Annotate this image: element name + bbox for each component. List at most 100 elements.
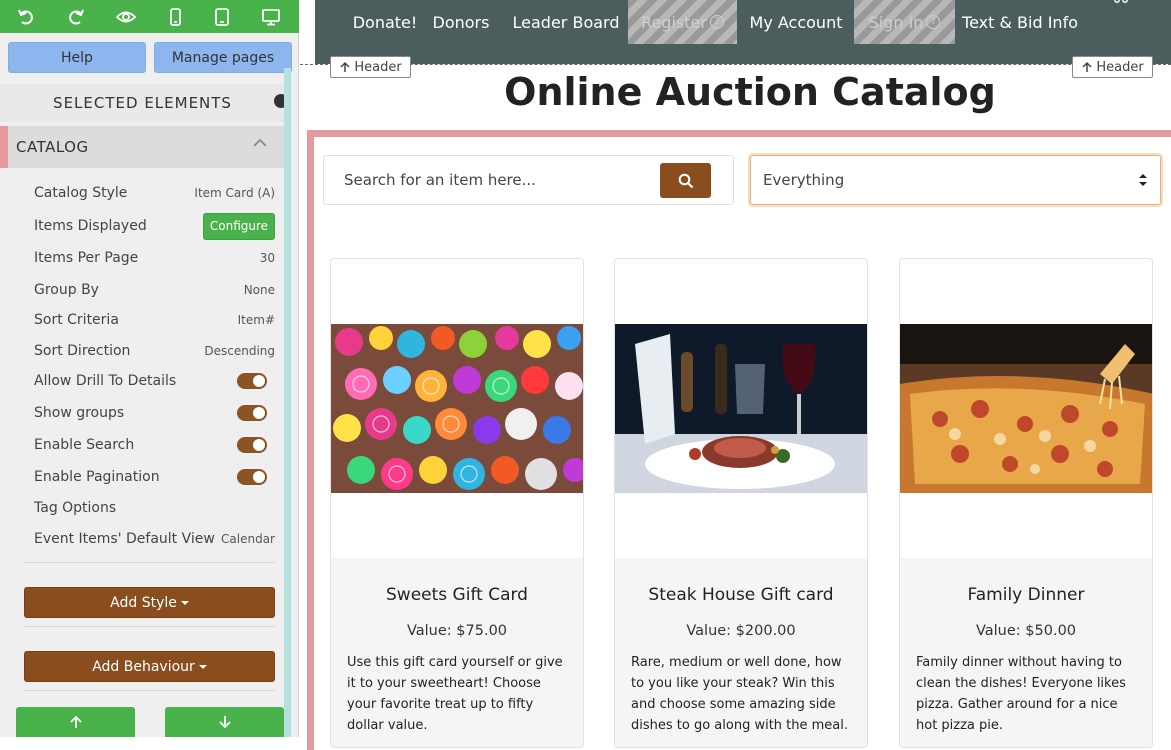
- prop-label: Enable Search: [34, 437, 135, 453]
- prop-value: None: [243, 283, 275, 297]
- redo-icon[interactable]: [56, 0, 96, 33]
- desktop-icon[interactable]: [251, 0, 291, 33]
- prop-allow-drill: Allow Drill To Details: [34, 369, 275, 393]
- help-circle-icon: ?: [926, 15, 941, 29]
- item-value: Value: $50.00: [975, 623, 1077, 639]
- prop-label: Tag Options: [34, 500, 117, 516]
- item-card-body: Steak House Gift card Value: $200.00 Rar…: [615, 558, 867, 747]
- add-style-label: Add Style: [110, 594, 177, 611]
- prop-catalog-style[interactable]: Catalog Style Item Card (A): [34, 181, 275, 205]
- category-select[interactable]: Everything: [750, 155, 1161, 205]
- item-value: Value: $75.00: [406, 623, 508, 639]
- prop-value: Descending: [204, 344, 275, 358]
- item-image-pizza[interactable]: [900, 324, 1152, 493]
- prop-event-default-view[interactable]: Event Items' Default View Calendar: [34, 527, 275, 551]
- allow-drill-toggle[interactable]: [237, 373, 267, 389]
- nav-my-account[interactable]: My Account: [743, 0, 849, 44]
- panel-scrollbar[interactable]: [284, 68, 291, 737]
- help-circle-icon: ?: [709, 15, 724, 29]
- item-description: Use this gift card yourself or give it t…: [347, 655, 563, 733]
- item-card[interactable]: Steak House Gift card Value: $200.00 Rar…: [614, 258, 868, 748]
- nav-register-label: Register: [641, 12, 707, 32]
- item-card[interactable]: Family Dinner Value: $50.00 Family dinne…: [899, 258, 1153, 748]
- enable-pagination-toggle[interactable]: [237, 469, 267, 485]
- prop-show-groups: Show groups: [34, 401, 275, 425]
- add-behaviour-button[interactable]: Add Behaviour: [24, 651, 275, 682]
- arrow-up-icon: [69, 715, 82, 728]
- search-box: Search for an item here...: [323, 155, 734, 205]
- prop-value: Item#: [237, 313, 275, 327]
- item-title[interactable]: Sweets Gift Card: [331, 585, 583, 605]
- prop-label: Items Displayed: [34, 218, 147, 234]
- divider: [24, 626, 275, 627]
- prop-label: Catalog Style: [34, 185, 128, 201]
- prop-items-displayed: Items Displayed Configure: [34, 212, 275, 240]
- prop-label: Show groups: [34, 405, 125, 421]
- item-card[interactable]: Sweets Gift Card Value: $75.00 Use this …: [330, 258, 584, 748]
- cart-icon[interactable]: [1110, 0, 1132, 6]
- show-groups-toggle[interactable]: [237, 405, 267, 421]
- configure-button[interactable]: Configure: [203, 212, 275, 240]
- manage-pages-button[interactable]: Manage pages: [154, 42, 292, 73]
- arrow-down-icon: [218, 716, 231, 729]
- prop-tag-options[interactable]: Tag Options: [34, 496, 275, 520]
- item-description: Rare, medium or well done, how to you li…: [631, 655, 849, 733]
- search-icon: [678, 173, 693, 188]
- divider: [24, 690, 275, 691]
- search-input[interactable]: Search for an item here...: [344, 171, 536, 189]
- prop-label: Sort Direction: [34, 343, 131, 359]
- eye-icon[interactable]: [106, 0, 146, 33]
- prop-group-by[interactable]: Group By None: [34, 278, 275, 302]
- prop-label: Event Items' Default View: [34, 531, 215, 547]
- prop-value: 30: [259, 251, 275, 265]
- prop-label: Allow Drill To Details: [34, 373, 177, 389]
- divider: [24, 562, 275, 563]
- add-style-button[interactable]: Add Style: [24, 587, 275, 618]
- chevron-up-icon[interactable]: [251, 134, 269, 152]
- nav-sign-in[interactable]: Sign In?: [854, 0, 955, 44]
- prop-label: Enable Pagination: [34, 469, 160, 485]
- add-behaviour-label: Add Behaviour: [92, 658, 195, 675]
- selected-elements-heading: SELECTED ELEMENTS: [0, 84, 285, 122]
- prop-value: Calendar: [221, 532, 275, 546]
- caret-down-icon: [180, 600, 189, 605]
- phone-icon[interactable]: [155, 0, 195, 33]
- prop-label: Group By: [34, 282, 99, 298]
- nav-donors[interactable]: Donors: [425, 0, 497, 44]
- prop-enable-search: Enable Search: [34, 433, 275, 457]
- item-card-body: Sweets Gift Card Value: $75.00 Use this …: [331, 558, 583, 747]
- nav-register[interactable]: Register?: [628, 0, 737, 44]
- prop-enable-pagination: Enable Pagination: [34, 465, 275, 489]
- search-button[interactable]: [660, 163, 711, 198]
- move-down-button[interactable]: [165, 707, 284, 737]
- item-title[interactable]: Family Dinner: [900, 585, 1152, 605]
- nav-donate[interactable]: Donate!: [333, 0, 437, 44]
- header-boundary: [300, 64, 1171, 65]
- item-image-candy[interactable]: [331, 324, 583, 493]
- category-select-value: Everything: [763, 171, 845, 189]
- catalog-section-title: CATALOG: [16, 138, 89, 156]
- item-value: Value: $200.00: [686, 623, 796, 639]
- nav-sign-in-label: Sign In: [868, 12, 924, 32]
- site-nav: Donate! Donors Leader Board Register? My…: [315, 0, 1171, 64]
- item-image-steak[interactable]: [615, 324, 867, 493]
- prop-items-per-page[interactable]: Items Per Page 30: [34, 246, 275, 270]
- item-description: Family dinner without having to clean th…: [916, 655, 1126, 733]
- catalog-section-header[interactable]: CATALOG: [0, 126, 285, 168]
- enable-search-toggle[interactable]: [237, 437, 267, 453]
- prop-sort-direction[interactable]: Sort Direction Descending: [34, 339, 275, 363]
- editor-panel: Help Manage pages SELECTED ELEMENTS CATA…: [0, 0, 299, 737]
- undo-icon[interactable]: [6, 0, 46, 33]
- select-arrows-icon: [1139, 174, 1147, 186]
- nav-leader-board[interactable]: Leader Board: [507, 0, 625, 44]
- caret-down-icon: [198, 664, 207, 669]
- help-button[interactable]: Help: [8, 42, 146, 73]
- prop-sort-criteria[interactable]: Sort Criteria Item#: [34, 308, 275, 332]
- item-title[interactable]: Steak House Gift card: [615, 585, 867, 605]
- nav-text-bid-info[interactable]: Text & Bid Info: [962, 0, 1078, 44]
- editor-toolbar: [0, 0, 299, 33]
- move-up-button[interactable]: [16, 707, 135, 737]
- prop-label: Sort Criteria: [34, 312, 119, 328]
- page-title: Online Auction Catalog: [504, 70, 996, 114]
- tablet-icon[interactable]: [202, 0, 242, 33]
